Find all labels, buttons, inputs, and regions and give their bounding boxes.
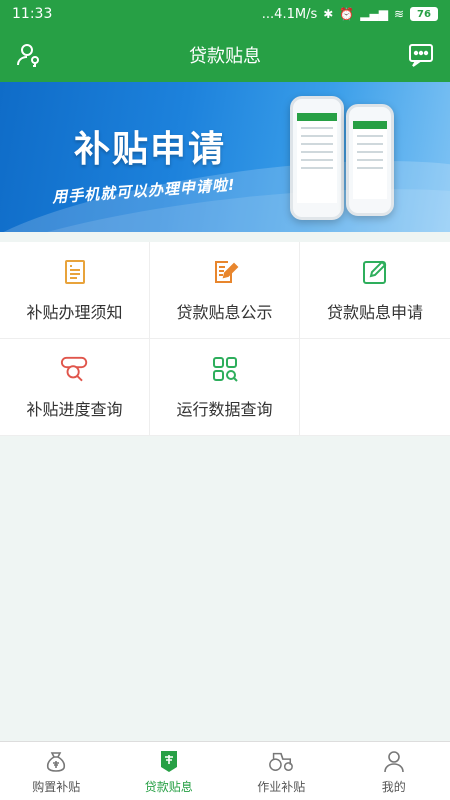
menu-item-data-query[interactable]: 运行数据查询 — [150, 339, 300, 436]
page-title: 贷款贴息 — [189, 46, 261, 67]
tab-operation-subsidy[interactable]: 作业补贴 — [225, 742, 338, 800]
edit-square-icon — [360, 257, 390, 287]
menu-label: 贷款贴息公示 — [176, 303, 273, 322]
network-speed: ...4.1M/s — [261, 6, 318, 22]
tab-loan-subsidy[interactable]: 贷款贴息 — [113, 742, 226, 800]
edit-document-icon — [210, 257, 240, 287]
tab-label: 作业补贴 — [257, 779, 306, 794]
tab-profile[interactable]: 我的 — [338, 742, 450, 800]
menu-label: 运行数据查询 — [176, 400, 273, 419]
tab-label: 贷款贴息 — [144, 779, 193, 794]
tab-label: 我的 — [381, 779, 406, 794]
promo-banner[interactable]: 补贴申请 用手机就可以办理申请啦! — [0, 82, 450, 232]
progress-search-icon — [60, 354, 90, 384]
function-menu: 补贴办理须知 贷款贴息公示 贷款贴息申请 补贴进度查询 运行数据查询 — [0, 242, 450, 436]
menu-item-subsidy-notice[interactable]: 补贴办理须知 — [0, 242, 150, 339]
banner-subtitle: 用手机就可以办理申请啦! — [51, 175, 237, 207]
menu-empty-cell — [300, 339, 450, 436]
wifi-icon: ≋ — [393, 7, 404, 21]
alarm-icon: ⏰ — [339, 7, 355, 21]
menu-item-progress-query[interactable]: 补贴进度查询 — [0, 339, 150, 436]
status-indicators: ...4.1M/s ✱ ⏰ ▂▄▆ ≋ 76 — [262, 7, 438, 22]
money-bag-icon — [43, 748, 69, 774]
banner-title: 补贴申请 — [74, 129, 227, 170]
status-bar: 11:33 ...4.1M/s ✱ ⏰ ▂▄▆ ≋ 76 — [0, 0, 450, 28]
battery-icon: 76 — [410, 7, 438, 21]
status-time: 11:33 — [12, 6, 53, 22]
menu-label: 补贴进度查询 — [26, 400, 123, 419]
menu-item-loan-publicity[interactable]: 贷款贴息公示 — [150, 242, 300, 339]
bottom-tab-bar: 购置补贴 贷款贴息 作业补贴 我的 — [0, 741, 450, 800]
user-key-icon[interactable] — [14, 40, 44, 70]
menu-label: 贷款贴息申请 — [326, 303, 423, 322]
tab-purchase-subsidy[interactable]: 购置补贴 — [0, 742, 113, 800]
profile-icon — [381, 748, 407, 774]
menu-item-loan-apply[interactable]: 贷款贴息申请 — [300, 242, 450, 339]
notice-list-icon — [60, 257, 90, 287]
signal-icon: ▂▄▆ — [360, 7, 388, 21]
phone-illustration — [346, 104, 394, 216]
loan-icon — [156, 748, 182, 774]
message-icon[interactable] — [406, 40, 436, 70]
tractor-icon — [268, 748, 294, 774]
data-grid-search-icon — [210, 354, 240, 384]
phone-illustration — [290, 96, 344, 220]
battery-level: 76 — [417, 8, 431, 20]
app-header: 贷款贴息 — [0, 28, 450, 82]
tab-label: 购置补贴 — [32, 779, 81, 794]
bluetooth-icon: ✱ — [323, 7, 334, 21]
menu-label: 补贴办理须知 — [26, 303, 123, 322]
